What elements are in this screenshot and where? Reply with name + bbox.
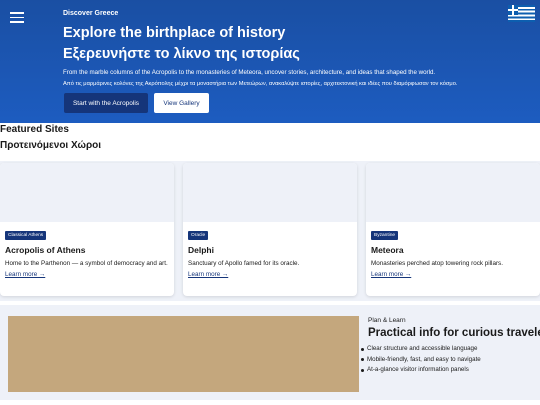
site-card-title: Delphi — [188, 245, 214, 255]
site-category-tag: Byzantine — [371, 231, 399, 240]
site-card-body: Monasteries perched atop towering rock p… — [371, 258, 535, 280]
hamburger-icon[interactable] — [10, 10, 24, 24]
practical-info-title: Practical info for curious travelers — [368, 327, 540, 339]
greek-flag-icon[interactable] — [508, 5, 535, 22]
site-card-title: Meteora — [371, 245, 404, 255]
site-category-tag: Classical Athens — [5, 231, 47, 240]
list-item: Mobile-friendly, fast, and easy to navig… — [360, 356, 481, 367]
site-card-body: Sanctuary of Apollo famed for its oracle… — [188, 258, 352, 280]
start-acropolis-button[interactable]: Start with the Acropolis — [64, 93, 148, 113]
learn-more-link[interactable]: Learn more → — [371, 269, 535, 280]
hero-title-english: Explore the birthplace of history — [63, 25, 286, 41]
site-card-description: Monasteries perched atop towering rock p… — [371, 260, 503, 267]
list-item: Clear structure and accessible language — [360, 345, 481, 356]
site-card-title: Acropolis of Athens — [5, 245, 86, 255]
site-card-meteora[interactable]: Byzantine Meteora Monasteries perched at… — [366, 163, 540, 296]
site-card-image — [0, 163, 174, 222]
practical-info-eyebrow: Plan & Learn — [368, 317, 406, 324]
site-card-body: Home to the Parthenon — a symbol of demo… — [5, 258, 169, 280]
site-category-tag: Oracle — [188, 231, 209, 240]
practical-info-section: Plan & Learn Practical info for curious … — [0, 305, 540, 400]
list-item: At-a-glance visitor information panels — [360, 366, 481, 377]
hero-title-greek: Εξερευνήστε το λίκνο της ιστορίας — [63, 46, 300, 62]
learn-more-link[interactable]: Learn more → — [188, 269, 352, 280]
practical-info-image — [8, 316, 359, 392]
hero-banner: Discover Greece Explore the birthplace o… — [0, 0, 540, 123]
hero-description-english: From the marble columns of the Acropolis… — [63, 69, 436, 76]
practical-info-list: Clear structure and accessible language … — [360, 345, 481, 377]
featured-sites-title-greek: Προτεινόμενοι Χώροι — [0, 140, 102, 151]
site-card-description: Home to the Parthenon — a symbol of demo… — [5, 260, 168, 267]
view-gallery-button[interactable]: View Gallery — [154, 93, 209, 113]
site-card-image — [366, 163, 540, 222]
site-card-description: Sanctuary of Apollo famed for its oracle… — [188, 260, 300, 267]
featured-sites-grid: Classical Athens Acropolis of Athens Hom… — [0, 161, 540, 301]
site-card-delphi[interactable]: Oracle Delphi Sanctuary of Apollo famed … — [183, 163, 357, 296]
site-card-acropolis[interactable]: Classical Athens Acropolis of Athens Hom… — [0, 163, 174, 296]
site-name: Discover Greece — [63, 10, 119, 17]
site-card-image — [183, 163, 357, 222]
learn-more-link[interactable]: Learn more → — [5, 269, 169, 280]
featured-sites-title: Featured Sites — [0, 124, 69, 135]
hero-description-greek: Από τις μαρμάρινες κολόνες της Ακρόπολης… — [63, 81, 458, 87]
